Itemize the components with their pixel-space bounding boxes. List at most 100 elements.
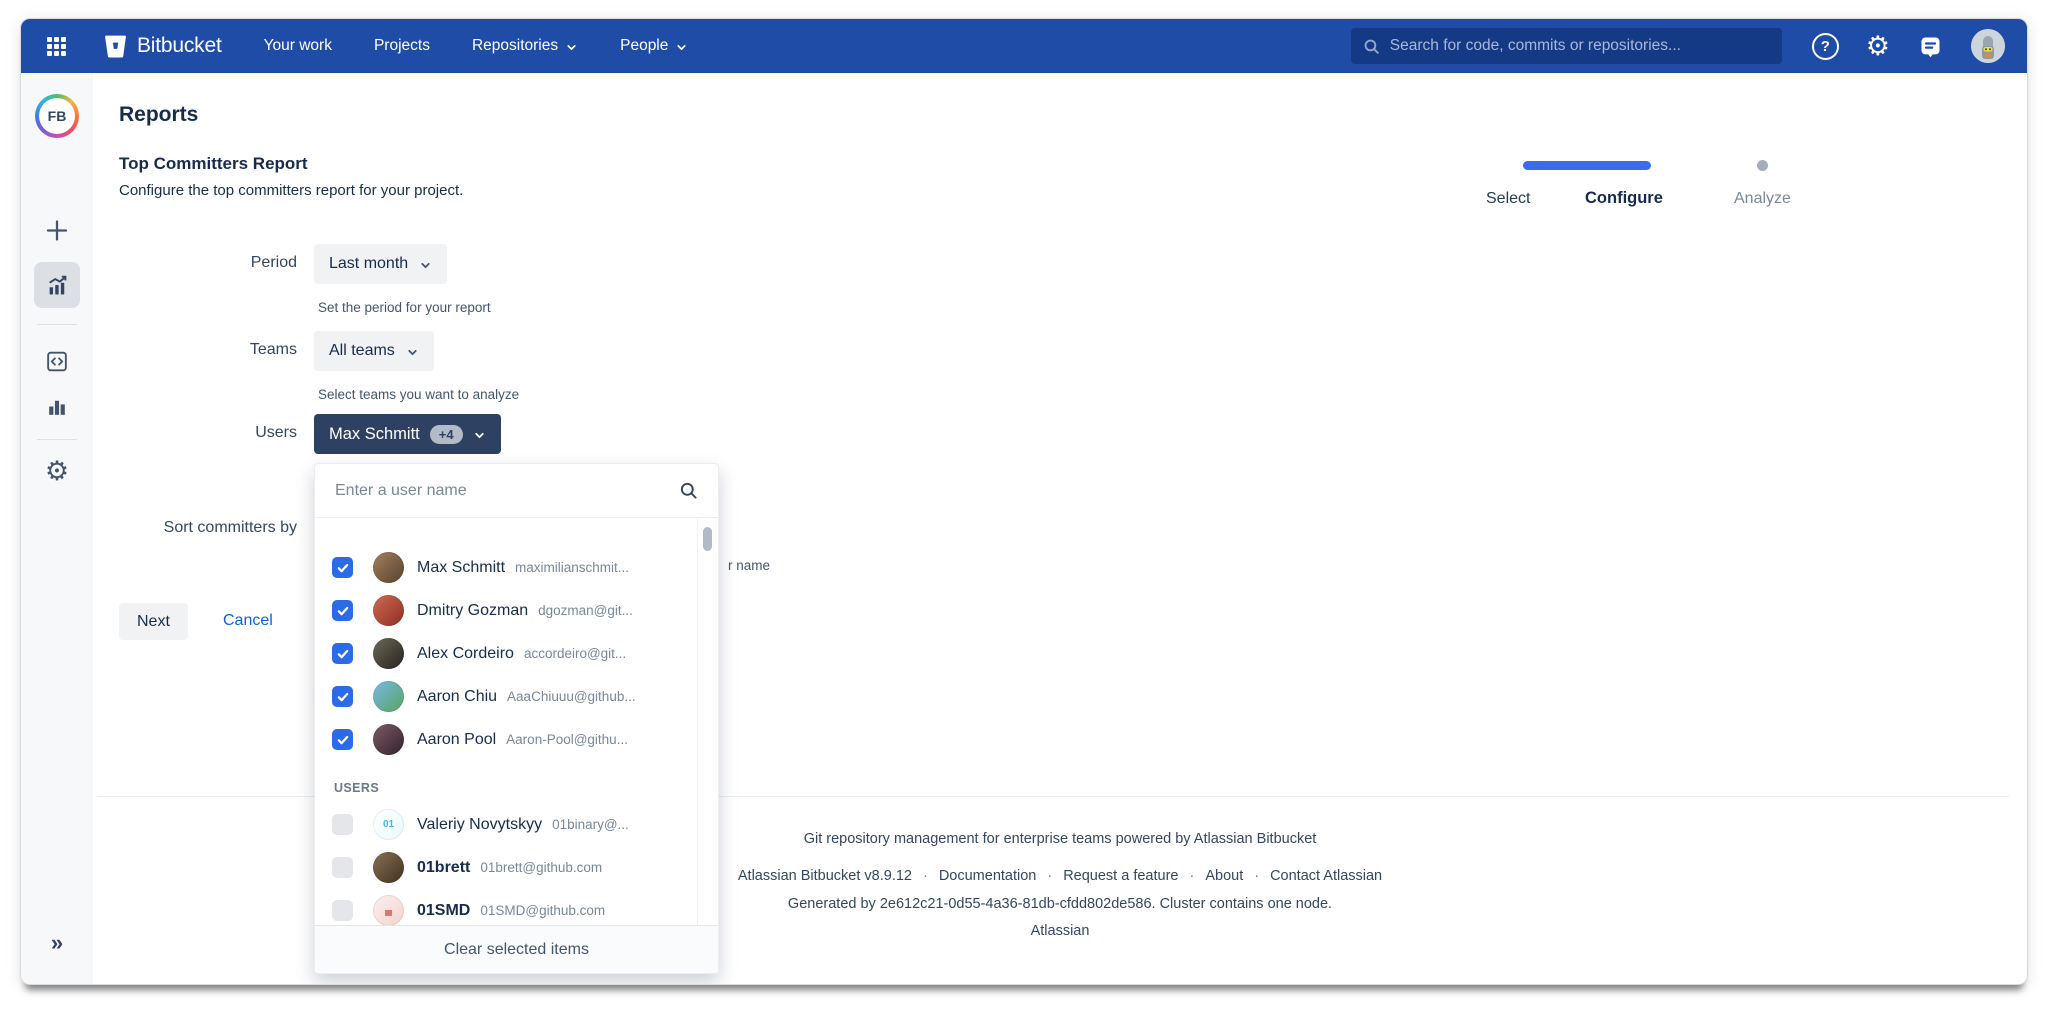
user-email: dgozman@git... — [538, 603, 633, 618]
user-checkbox[interactable] — [332, 900, 353, 921]
product-name: Bitbucket — [137, 34, 222, 58]
footer-link[interactable]: About — [1205, 868, 1243, 884]
user-list-item[interactable]: 01brett 01brett@github.com — [315, 846, 718, 889]
footer-link[interactable]: Contact Atlassian — [1270, 868, 1382, 884]
user-checkbox[interactable] — [332, 729, 353, 750]
user-list-item[interactable]: Max Schmitt maximilianschmit... — [315, 546, 718, 589]
screenshot-frame: Bitbucket Your work Projects Reposi — [0, 0, 2048, 1016]
nav-item[interactable]: People — [620, 37, 688, 55]
bitbucket-logo[interactable]: Bitbucket — [103, 34, 222, 59]
user-list-item[interactable]: Aaron Chiu AaaChiuuu@github... — [315, 675, 718, 718]
next-button[interactable]: Next — [119, 603, 188, 640]
user-search[interactable] — [315, 464, 718, 518]
user-list-item[interactable]: ▄ 01SMD 01SMD@github.com — [315, 889, 718, 925]
footer-link[interactable]: Request a feature — [1063, 868, 1178, 884]
feedback-notes-icon[interactable] — [1917, 33, 1944, 60]
user-email: 01SMD@github.com — [480, 903, 605, 918]
user-checkbox[interactable] — [332, 600, 353, 621]
report-description: Configure the top committers report for … — [119, 182, 463, 199]
user-list-item[interactable]: Dmitry Gozman dgozman@git... — [315, 589, 718, 632]
user-name: Valeriy Novytskyy — [417, 816, 542, 834]
chevron-down-icon — [473, 429, 486, 442]
user-list: Max Schmitt maximilianschmit... Dmitry G… — [315, 519, 718, 925]
clear-selected-button[interactable]: Clear selected items — [315, 925, 718, 973]
footer-separator: · — [1047, 868, 1052, 884]
code-insights-button[interactable] — [45, 349, 70, 374]
chevron-down-icon — [675, 41, 688, 54]
bitbucket-mark-icon — [103, 34, 128, 59]
help-icon[interactable]: ? — [1812, 33, 1839, 60]
user-email: Aaron-Pool@githu... — [506, 732, 628, 747]
user-email: AaaChiuuu@github... — [507, 689, 636, 704]
chevron-down-icon — [565, 41, 578, 54]
footer-version: Atlassian Bitbucket v8.9.12 — [738, 868, 912, 884]
users-value: Max Schmitt — [329, 425, 420, 444]
browser-window: Bitbucket Your work Projects Reposi — [20, 18, 2028, 985]
create-button[interactable] — [44, 217, 71, 244]
user-search-input[interactable] — [335, 482, 669, 500]
reports-nav-active[interactable] — [34, 262, 80, 308]
search-icon — [1363, 38, 1380, 55]
teams-select[interactable]: All teams — [314, 331, 434, 371]
user-name: Aaron Chiu — [417, 688, 497, 706]
code-block-icon — [45, 349, 70, 374]
user-avatar — [373, 595, 404, 626]
chevron-down-icon — [406, 346, 419, 359]
global-search-input[interactable] — [1390, 37, 1770, 55]
user-avatar — [373, 681, 404, 712]
footer-separator: · — [1189, 868, 1194, 884]
period-select[interactable]: Last month — [314, 244, 447, 284]
user-checkbox[interactable] — [332, 643, 353, 664]
project-initials: FB — [39, 98, 75, 134]
nav-item-label: Repositories — [472, 37, 558, 55]
sidebar-divider — [37, 439, 77, 440]
scrollbar-thumb[interactable] — [703, 527, 712, 551]
search-icon — [679, 481, 698, 500]
user-list-item[interactable]: Alex Cordeiro accordeiro@git... — [315, 632, 718, 675]
user-name: Alex Cordeiro — [417, 645, 514, 663]
plus-icon — [44, 217, 71, 244]
bar-chart-icon — [45, 394, 70, 419]
user-email: 01binary@... — [552, 817, 629, 832]
footer-separator: · — [923, 868, 928, 884]
footer-separator: · — [1254, 868, 1259, 884]
global-search[interactable] — [1351, 28, 1782, 64]
user-list-item[interactable]: Aaron Pool Aaron-Pool@githu... — [315, 718, 718, 761]
nav-item[interactable]: Projects — [374, 37, 430, 55]
step-select[interactable]: Select — [1486, 190, 1530, 208]
settings-gear-icon[interactable]: ⚙ — [1866, 33, 1890, 60]
project-avatar[interactable]: FB — [35, 94, 79, 138]
selected-users: Max Schmitt maximilianschmit... Dmitry G… — [315, 546, 718, 761]
user-checkbox[interactable] — [332, 557, 353, 578]
cancel-link[interactable]: Cancel — [223, 612, 273, 630]
user-checkbox[interactable] — [332, 857, 353, 878]
navbar-actions: ? ⚙ — [1812, 29, 2005, 63]
check-icon — [336, 647, 350, 661]
users-select[interactable]: Max Schmitt +4 — [314, 414, 501, 454]
app-switcher-button[interactable] — [43, 33, 69, 59]
nav-item[interactable]: Repositories — [472, 37, 578, 55]
user-checkbox[interactable] — [332, 814, 353, 835]
check-icon — [336, 733, 350, 747]
robot-avatar-image — [1971, 29, 2005, 63]
user-avatar: ▄ — [373, 895, 404, 925]
user-checkbox[interactable] — [332, 686, 353, 707]
project-settings-gear-icon[interactable]: ⚙ — [45, 458, 69, 485]
step-configure[interactable]: Configure — [1585, 189, 1663, 208]
teams-help: Select teams you want to analyze — [318, 387, 519, 402]
teams-label: Teams — [93, 341, 297, 359]
report-title: Top Committers Report — [119, 154, 308, 174]
page-title: Reports — [119, 103, 198, 127]
user-list-item[interactable]: 01 Valeriy Novytskyy 01binary@... — [315, 803, 718, 846]
user-avatar — [373, 638, 404, 669]
expand-sidebar-button[interactable]: » — [51, 930, 63, 956]
check-icon — [336, 690, 350, 704]
nav-item[interactable]: Your work — [264, 37, 332, 55]
unselected-users: 01 Valeriy Novytskyy 01binary@... 01bre — [315, 803, 718, 925]
footer-link[interactable]: Documentation — [939, 868, 1037, 884]
profile-avatar[interactable] — [1971, 29, 2005, 63]
chevron-down-icon — [419, 259, 432, 272]
check-icon — [336, 561, 350, 575]
charts-button[interactable] — [45, 394, 70, 419]
user-avatar — [373, 552, 404, 583]
